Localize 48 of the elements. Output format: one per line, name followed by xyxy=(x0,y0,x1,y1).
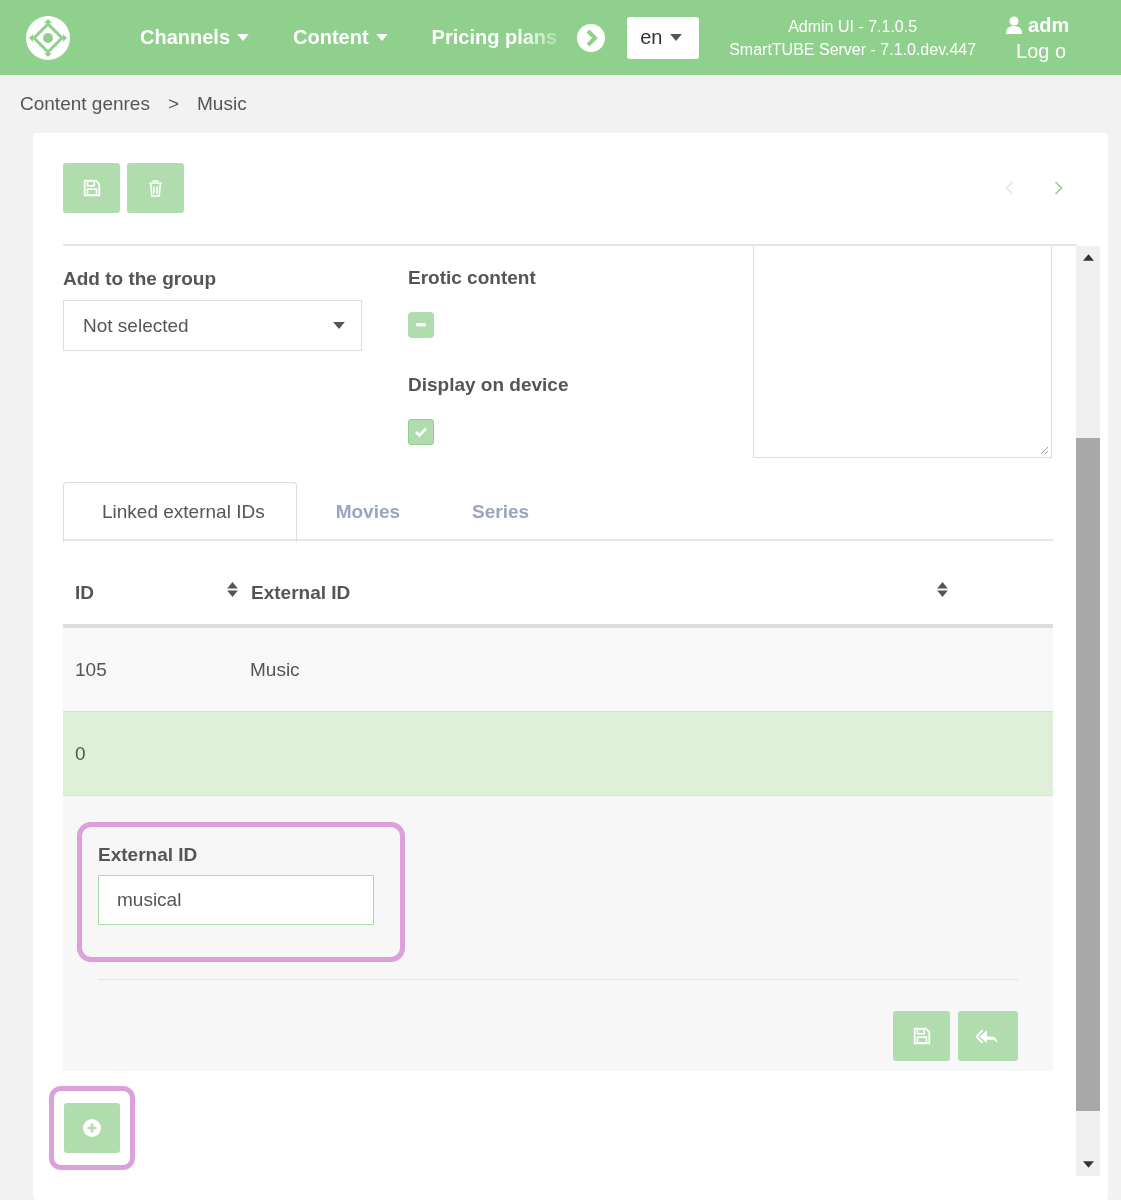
column-header: ID xyxy=(75,581,94,604)
reply-all-icon xyxy=(976,1027,1000,1045)
add-button[interactable] xyxy=(64,1103,120,1153)
checkbox-label: Display on device xyxy=(408,374,570,396)
scroll-down-icon xyxy=(1082,1161,1094,1168)
checkbox[interactable] xyxy=(408,419,434,445)
logo-icon xyxy=(26,15,70,60)
table-row[interactable]: 0 xyxy=(63,712,1053,796)
checkbox-label: Erotic content xyxy=(408,267,537,289)
table-cell: Music xyxy=(250,658,300,681)
language-select[interactable]: en xyxy=(627,16,700,59)
save-button[interactable] xyxy=(63,163,120,213)
version-text: Admin UI - 7.1.0.5 xyxy=(788,16,918,37)
version-text: SmartTUBE Server - 7.1.0.dev.447 xyxy=(729,39,977,60)
breadcrumb-separator: > xyxy=(167,93,180,115)
field-label: Add to the group xyxy=(63,268,218,290)
external-id-input[interactable]: musical xyxy=(98,875,374,925)
text-area[interactable] xyxy=(753,246,1052,458)
caret-down-icon xyxy=(333,322,345,329)
trash-icon xyxy=(148,179,163,197)
undo-button[interactable] xyxy=(958,1011,1018,1061)
sort-icon[interactable] xyxy=(937,581,948,597)
caret-down-icon xyxy=(375,34,388,41)
tab[interactable]: Linked external IDs xyxy=(63,482,297,543)
check-icon xyxy=(414,425,428,439)
save-icon xyxy=(82,179,101,197)
plus-circle-icon xyxy=(83,1119,101,1137)
field-label: External ID xyxy=(98,844,199,866)
table-cell-text: 0 xyxy=(74,742,87,765)
breadcrumb-item[interactable]: Content genres xyxy=(20,93,150,115)
group-select[interactable]: Not selected xyxy=(63,300,362,351)
breadcrumb-item: Music xyxy=(197,93,247,115)
save-button[interactable] xyxy=(893,1011,950,1061)
delete-button[interactable] xyxy=(127,163,184,213)
column-header: External ID xyxy=(251,581,351,604)
save-icon xyxy=(912,1027,931,1045)
scroll-right-icon[interactable] xyxy=(577,23,606,52)
checkbox[interactable] xyxy=(408,312,434,338)
caret-down-icon xyxy=(670,34,683,41)
scroll-up-icon xyxy=(1082,254,1094,261)
next-icon[interactable] xyxy=(1054,181,1063,195)
table-row[interactable]: 105 Music xyxy=(63,628,1053,712)
caret-down-icon xyxy=(237,34,250,41)
sort-icon[interactable] xyxy=(227,581,238,597)
scrollbar[interactable] xyxy=(1076,246,1100,1176)
resize-handle-icon xyxy=(1039,445,1049,455)
user-icon xyxy=(1006,15,1023,34)
table-cell-text: 105 xyxy=(74,658,108,681)
